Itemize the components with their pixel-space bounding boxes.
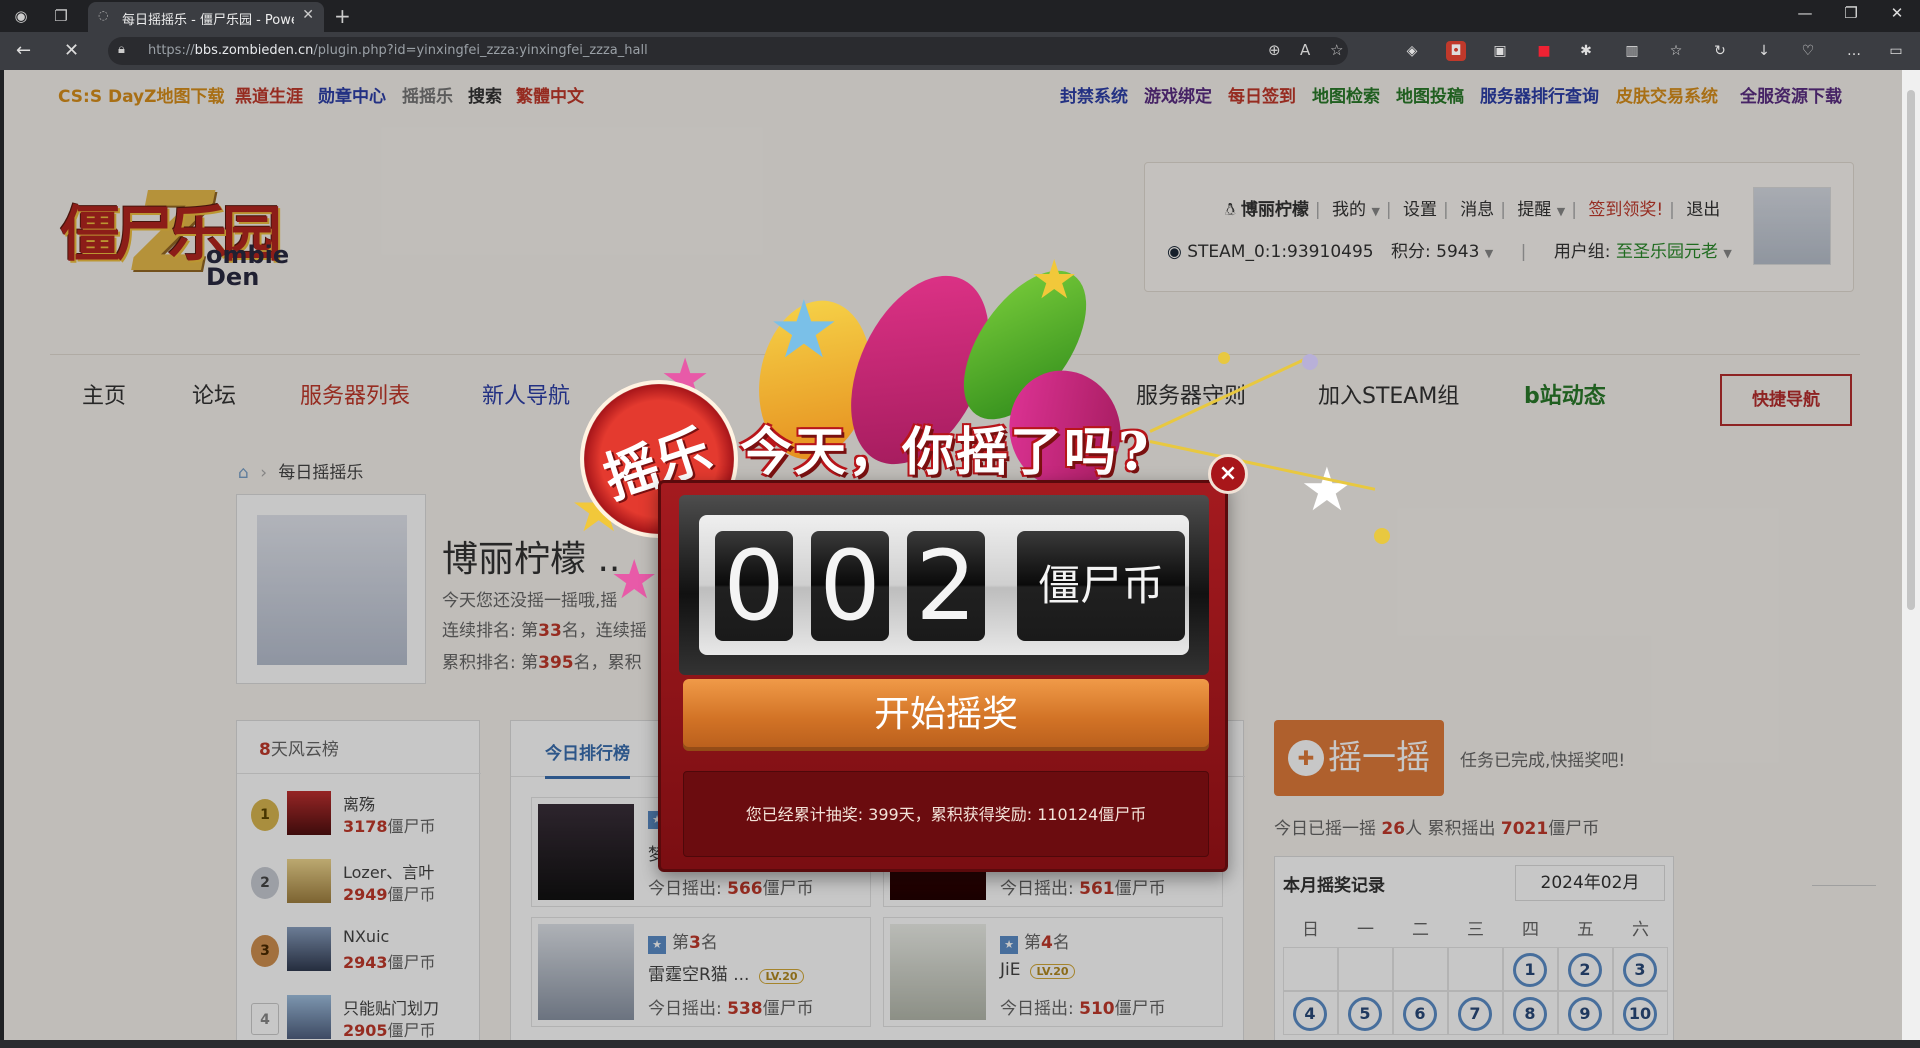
address-bar-row: ← ✕ 🔒︎ https://bbs.zombieden.cn/plugin.p… [0,32,1920,70]
extensions-puzzle-icon[interactable]: ✱ [1576,41,1596,61]
counter-digit: 2 [907,531,985,641]
minimize-icon[interactable]: — [1782,4,1828,22]
tab-close-icon[interactable]: ✕ [302,7,314,23]
lottery-dialog: 0 0 2 僵尸币 开始摇奖 您已经累计抽奖: 399天，累积获得奖励: 110… [658,480,1228,872]
lock-icon[interactable]: 🔒︎ [118,42,125,57]
counter-digit: 0 [811,531,889,641]
favorite-star-icon[interactable]: ☆ [1330,41,1343,59]
lottery-stats: 您已经累计抽奖: 399天，累积获得奖励: 110124僵尸币 [683,771,1209,857]
profile-icon[interactable]: ◉ [10,5,32,27]
split-screen-icon[interactable]: ▥ [1622,41,1642,61]
restore-icon[interactable]: ❐ [1828,4,1874,22]
start-lottery-button[interactable]: 开始摇奖 [683,679,1209,751]
window-close-icon[interactable]: ✕ [1874,4,1920,22]
loading-icon: ◌ [98,8,109,22]
url-field[interactable]: 🔒︎ https://bbs.zombieden.cn/plugin.php?i… [108,37,1348,65]
more-menu-icon[interactable]: … [1844,41,1864,61]
extension-icon[interactable]: ◘ [1446,41,1466,61]
history-icon[interactable]: ↻ [1710,41,1730,61]
page-scrollbar[interactable] [1902,70,1920,1040]
scrollbar-thumb[interactable] [1907,90,1915,610]
extension-icon[interactable]: ◈ [1402,41,1422,61]
download-icon[interactable]: ↓ [1754,41,1774,61]
popup-headline: 今天，你摇了吗? [740,422,1151,483]
stop-loading-icon[interactable]: ✕ [64,40,79,61]
url-text: https://bbs.zombieden.cn/plugin.php?id=y… [148,43,648,58]
extension-icon[interactable]: ▣ [1490,41,1510,61]
tab-title: 每日摇摇乐 - 僵尸乐园 - Powere [122,13,294,28]
read-aloud-icon[interactable]: A [1300,41,1310,59]
close-dialog-icon[interactable]: × [1208,454,1248,494]
back-icon[interactable]: ← [16,40,31,61]
collections-icon[interactable]: ❐ [50,5,72,27]
sidebar-icon[interactable]: ▭ [1886,41,1906,61]
browser-tab-bar: ◉ ❐ ◌ 每日摇摇乐 - 僵尸乐园 - Powere ✕ + — ❐ ✕ [0,0,1920,32]
counter-digit: 0 [715,531,793,641]
browser-tab-active[interactable]: ◌ 每日摇摇乐 - 僵尸乐园 - Powere ✕ [88,2,324,32]
browser-essentials-icon[interactable]: ♡ [1798,41,1818,61]
counter-unit: 僵尸币 [1017,531,1185,641]
favorites-icon[interactable]: ☆ [1666,41,1686,61]
slot-counter: 0 0 2 僵尸币 [679,495,1209,675]
new-tab-icon[interactable]: + [334,4,351,28]
extension-icon[interactable]: ■ [1534,41,1554,61]
zoom-icon[interactable]: ⊕ [1268,41,1281,59]
